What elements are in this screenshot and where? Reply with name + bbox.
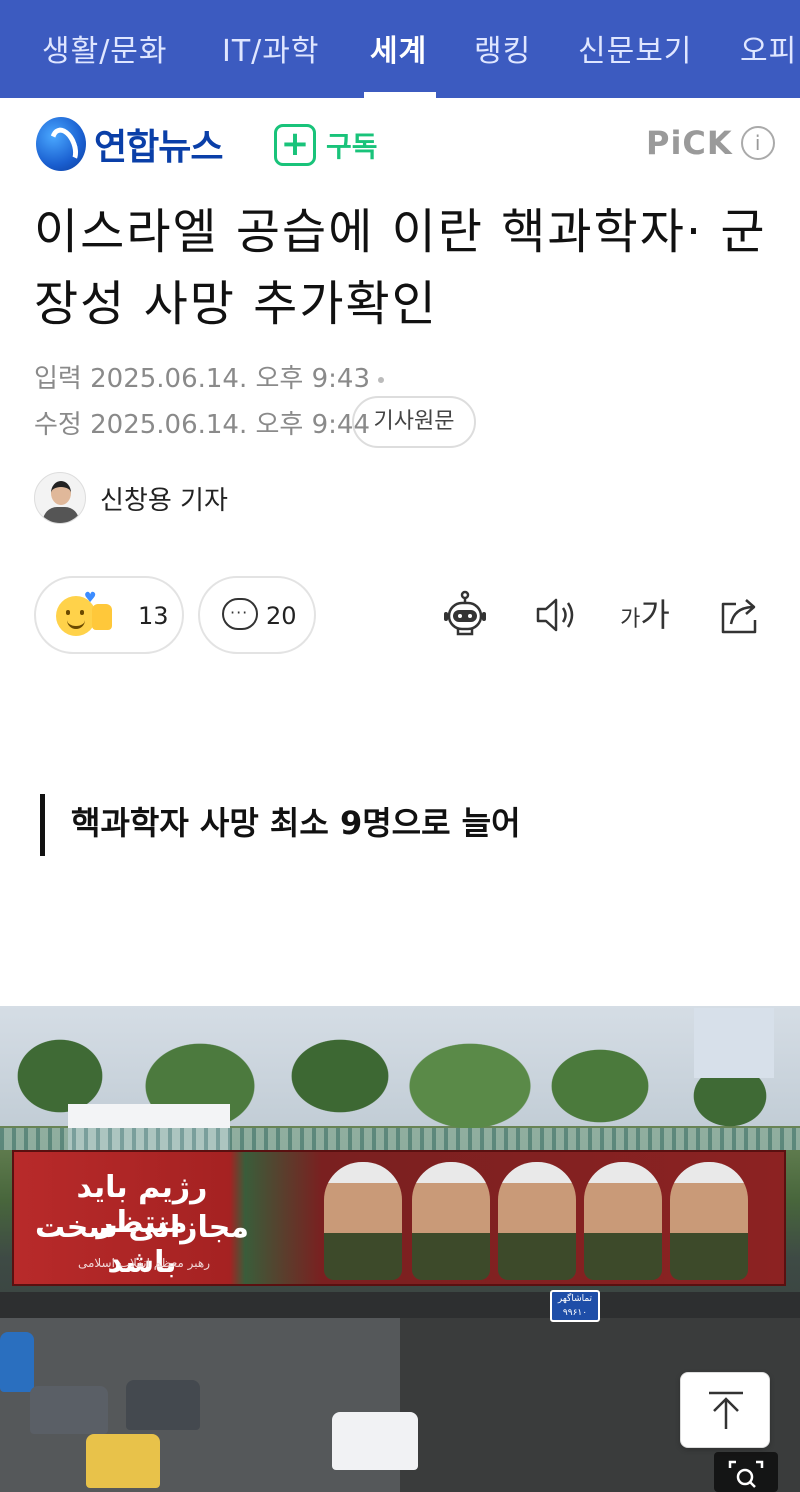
thumbs-up-icon (92, 604, 112, 630)
tab-world[interactable]: 세계 (370, 26, 427, 70)
comment-icon (222, 598, 258, 630)
font-size-small: 가 (620, 607, 641, 632)
share-icon (721, 599, 757, 634)
subscribe-label: 구독 (326, 130, 378, 163)
section-nav: 생활/문화 IT/과학 세계 랭킹 신문보기 오피 (0, 0, 800, 98)
photo-zoom-button[interactable] (714, 1452, 778, 1492)
arrow-up-icon (709, 1391, 743, 1429)
original-article-button[interactable]: 기사원문 (352, 396, 476, 448)
reaction-count: 13 (138, 602, 169, 630)
info-icon[interactable]: i (740, 126, 775, 160)
yonhap-logo-icon (36, 117, 86, 171)
listen-button[interactable] (530, 588, 584, 642)
press-logo[interactable]: 연합뉴스 (36, 114, 223, 174)
reporter-info[interactable]: 신창용 기자 (34, 472, 228, 524)
ai-bot-icon (444, 590, 486, 636)
tab-it-science[interactable]: IT/과학 (222, 26, 319, 70)
road-sign: تماشاگهر ۹۹۶۱۰ (550, 1290, 600, 1322)
input-timestamp: 입력 2025.06.14. 오후 9:43 (34, 358, 384, 395)
tab-newspaper[interactable]: 신문보기 (578, 26, 692, 70)
reporter-avatar (34, 472, 86, 524)
article-headline: 이스라엘 공습에 이란 핵과학자· 군장성 사망 추가확인 (34, 204, 767, 332)
input-time-text: 입력 2025.06.14. 오후 9:43 (34, 364, 370, 394)
portrait (670, 1162, 748, 1280)
reporter-name: 신창용 기자 (100, 485, 228, 516)
tab-opinion[interactable]: 오피 (740, 26, 797, 70)
pick-label: PiCK (646, 124, 733, 162)
reaction-button[interactable]: ♥ 13 (34, 576, 184, 654)
zoom-icon (728, 1460, 764, 1488)
billboard-caption: رهبر معظم انقلاب اسلامی (77, 1256, 211, 1270)
tab-ranking[interactable]: 랭킹 (474, 26, 531, 70)
ai-summary-button[interactable] (438, 588, 492, 642)
portrait (498, 1162, 576, 1280)
separator-dot (378, 376, 384, 383)
billboard: رژیم باید منتظر مجازاتی سخت باشد رهبر مع… (12, 1150, 786, 1286)
active-tab-indicator (364, 92, 436, 98)
heart-icon: ♥ (84, 590, 97, 606)
portrait (584, 1162, 662, 1280)
pick-badge[interactable]: PiCK i (646, 124, 775, 162)
font-size-big: 가 (640, 596, 670, 634)
comment-count: 20 (266, 602, 297, 630)
back-to-top-button[interactable] (680, 1372, 770, 1448)
comment-button[interactable]: 20 (198, 576, 316, 654)
share-button[interactable] (714, 588, 768, 642)
font-size-button[interactable]: 가가 (618, 588, 672, 642)
tab-life-culture[interactable]: 생활/문화 (42, 26, 168, 70)
portrait (412, 1162, 490, 1280)
subscribe-button[interactable]: + 구독 (274, 124, 378, 166)
plus-icon: + (274, 124, 316, 166)
press-name: 연합뉴스 (94, 127, 223, 168)
article-subheading: 핵과학자 사망 최소 9명으로 늘어 (40, 794, 521, 856)
portrait (324, 1162, 402, 1280)
speaker-icon (536, 598, 574, 632)
edit-timestamp: 수정 2025.06.14. 오후 9:44 (34, 410, 370, 440)
